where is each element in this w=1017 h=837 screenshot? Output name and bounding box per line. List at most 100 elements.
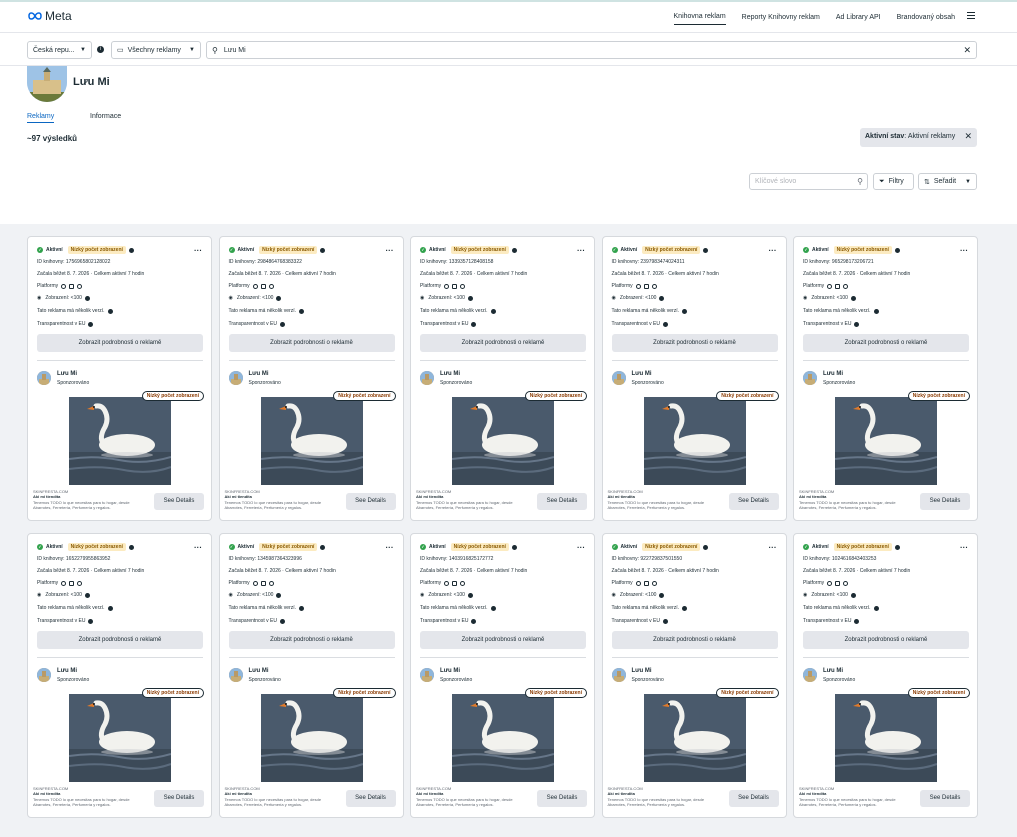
tab-ads[interactable]: Reklamy [27, 113, 55, 123]
meta-logo[interactable]: Meta [27, 9, 72, 23]
more-options-icon[interactable]: ··· [194, 246, 202, 255]
info-icon[interactable] [88, 618, 94, 624]
more-options-icon[interactable]: ··· [960, 543, 968, 552]
advertiser-name[interactable]: Lưu Mi [57, 668, 77, 674]
info-icon[interactable] [107, 308, 113, 314]
info-icon[interactable] [471, 321, 477, 327]
see-details-button[interactable]: See Details [154, 790, 204, 807]
advertiser-name[interactable]: Lưu Mi [632, 668, 652, 674]
more-options-icon[interactable]: ··· [960, 246, 968, 255]
info-icon[interactable] [659, 295, 665, 301]
see-details-button[interactable]: See Details [154, 493, 204, 510]
see-details-button[interactable]: See Details [728, 790, 779, 807]
info-icon[interactable] [682, 605, 688, 611]
see-details-button[interactable]: See Details [728, 493, 779, 510]
ad-creative-image[interactable] [835, 397, 937, 485]
ad-creative-image[interactable] [643, 397, 746, 485]
info-icon[interactable] [467, 592, 473, 598]
advertiser-name[interactable]: Lưu Mi [440, 371, 460, 377]
info-icon[interactable] [511, 544, 517, 550]
advertiser-name[interactable]: Lưu Mi [823, 371, 843, 377]
info-icon[interactable] [299, 308, 305, 314]
advertiser-name[interactable]: Lưu Mi [632, 371, 652, 377]
info-icon[interactable] [662, 321, 668, 327]
advertiser-name[interactable]: Lưu Mi [57, 371, 77, 377]
advertiser-name[interactable]: Lưu Mi [249, 668, 269, 674]
country-select[interactable]: Česká repu... ▼ [27, 41, 92, 59]
ad-creative-image[interactable] [835, 694, 937, 782]
close-icon[interactable]: ✕ [964, 131, 972, 142]
advertiser-name[interactable]: Lưu Mi [823, 668, 843, 674]
more-options-icon[interactable]: ··· [194, 543, 202, 552]
view-ad-details-button[interactable]: Zobrazit podrobnosti o reklamě [228, 631, 395, 649]
see-details-button[interactable]: See Details [345, 790, 396, 807]
view-ad-details-button[interactable]: Zobrazit podrobnosti o reklamě [37, 334, 203, 352]
info-icon[interactable] [854, 321, 860, 327]
info-icon[interactable] [854, 618, 860, 624]
ad-creative-image[interactable] [69, 397, 171, 485]
view-ad-details-button[interactable]: Zobrazit podrobnosti o reklamě [228, 334, 395, 352]
info-icon[interactable] [299, 605, 305, 611]
advertiser-name[interactable]: Lưu Mi [440, 668, 460, 674]
ad-type-select[interactable]: ▭ Všechny reklamy ▼ [111, 41, 201, 59]
info-icon[interactable] [471, 618, 477, 624]
ad-creative-image[interactable] [69, 694, 171, 782]
info-icon[interactable] [279, 321, 285, 327]
nav-ad-library-reports[interactable]: Reporty Knihovny reklam [742, 10, 820, 25]
menu-icon[interactable] [967, 12, 975, 20]
info-icon[interactable] [320, 544, 326, 550]
see-details-button[interactable]: See Details [537, 790, 587, 807]
view-ad-details-button[interactable]: Zobrazit podrobnosti o reklamě [803, 631, 969, 649]
see-details-button[interactable]: See Details [345, 493, 396, 510]
info-icon[interactable] [128, 247, 134, 253]
active-filter-chip[interactable]: Aktivní stav: Aktivní reklamy ✕ [860, 128, 977, 147]
ad-creative-image[interactable] [643, 694, 746, 782]
info-icon[interactable] [894, 544, 900, 550]
see-details-button[interactable]: See Details [920, 493, 970, 510]
info-icon[interactable] [894, 247, 900, 253]
info-icon[interactable] [682, 308, 688, 314]
info-icon[interactable] [88, 321, 94, 327]
info-icon[interactable] [490, 308, 496, 314]
see-details-button[interactable]: See Details [537, 493, 587, 510]
view-ad-details-button[interactable]: Zobrazit podrobnosti o reklamě [611, 631, 778, 649]
more-options-icon[interactable]: ··· [386, 543, 394, 552]
nav-branded-content[interactable]: Brandovaný obsah [897, 10, 955, 25]
filters-button[interactable]: ⏷ Filtry [873, 173, 914, 190]
view-ad-details-button[interactable]: Zobrazit podrobnosti o reklamě [611, 334, 778, 352]
view-ad-details-button[interactable]: Zobrazit podrobnosti o reklamě [803, 334, 969, 352]
info-icon[interactable] [84, 295, 90, 301]
info-icon[interactable] [703, 544, 709, 550]
info-icon[interactable] [490, 605, 496, 611]
tab-info[interactable]: Informace [90, 113, 121, 122]
view-ad-details-button[interactable]: Zobrazit podrobnosti o reklamě [420, 334, 586, 352]
info-icon[interactable] [128, 544, 134, 550]
more-options-icon[interactable]: ··· [769, 246, 777, 255]
search-input[interactable]: ⚲ Lưu Mi ✕ [206, 41, 977, 59]
ad-creative-image[interactable] [452, 397, 554, 485]
info-icon[interactable] [873, 605, 879, 611]
sort-button[interactable]: ⇅ Seřadit ▼ [918, 173, 977, 190]
info-icon[interactable]: i [97, 46, 104, 53]
info-icon[interactable] [84, 592, 90, 598]
ad-creative-image[interactable] [452, 694, 554, 782]
nav-ad-library-api[interactable]: Ad Library API [836, 10, 881, 25]
ad-creative-image[interactable] [260, 694, 363, 782]
more-options-icon[interactable]: ··· [769, 543, 777, 552]
ad-creative-image[interactable] [260, 397, 363, 485]
see-details-button[interactable]: See Details [920, 790, 970, 807]
info-icon[interactable] [276, 592, 282, 598]
info-icon[interactable] [850, 295, 856, 301]
info-icon[interactable] [467, 295, 473, 301]
more-options-icon[interactable]: ··· [577, 246, 585, 255]
keyword-input[interactable]: Klíčové slovo ⚲ [749, 173, 868, 190]
info-icon[interactable] [703, 247, 709, 253]
info-icon[interactable] [320, 247, 326, 253]
view-ad-details-button[interactable]: Zobrazit podrobnosti o reklamě [420, 631, 586, 649]
more-options-icon[interactable]: ··· [386, 246, 394, 255]
info-icon[interactable] [279, 618, 285, 624]
clear-icon[interactable]: ✕ [963, 45, 971, 56]
info-icon[interactable] [659, 592, 665, 598]
info-icon[interactable] [873, 308, 879, 314]
info-icon[interactable] [276, 295, 282, 301]
